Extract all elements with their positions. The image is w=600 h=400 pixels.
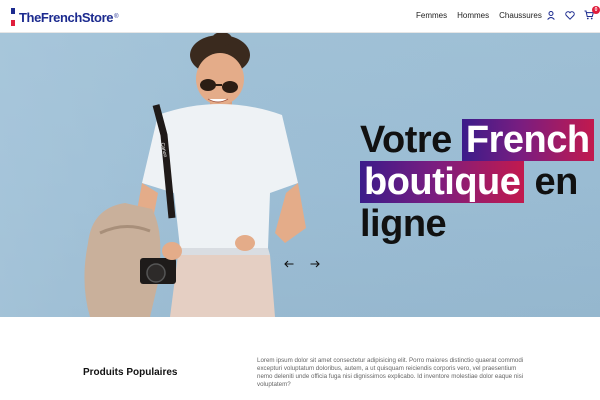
arrow-right-icon[interactable]: [309, 259, 321, 269]
nav-item-chaussures[interactable]: Chaussures: [499, 11, 542, 20]
site-header: TheFrenchStore ® Femmes Hommes Chaussures…: [0, 0, 600, 33]
header-actions: 0: [546, 6, 600, 20]
section-description: Lorem ipsum dolor sit amet consectetur a…: [257, 357, 524, 388]
headline-highlight-boutique: boutique: [360, 161, 525, 203]
registered-mark: ®: [114, 14, 119, 20]
headline-word-en: en: [534, 161, 578, 203]
heart-icon[interactable]: [565, 10, 575, 20]
headline-highlight-french: French: [461, 119, 594, 161]
brand-logo[interactable]: TheFrenchStore ®: [11, 7, 119, 27]
hero-headline: Votre French boutique en ligne: [360, 119, 596, 245]
flag-icon: [11, 7, 15, 27]
headline-word-votre: Votre: [360, 119, 452, 161]
brand-name: TheFrenchStore: [19, 9, 114, 25]
nav-item-femmes[interactable]: Femmes: [416, 11, 447, 20]
slider-controls: [283, 259, 321, 269]
cart-icon[interactable]: 0: [584, 6, 600, 20]
popular-products-section: Produits Populaires Lorem ipsum dolor si…: [0, 317, 600, 400]
arrow-left-icon[interactable]: [283, 259, 295, 269]
hero-image: Canon: [84, 33, 306, 317]
cart-count-badge: 0: [592, 6, 600, 14]
hero-slider: Canon Votre French boutique en ligne: [0, 33, 600, 317]
user-icon[interactable]: [546, 10, 556, 20]
nav-item-hommes[interactable]: Hommes: [457, 11, 489, 20]
section-title: Produits Populaires: [83, 367, 178, 378]
headline-word-ligne: ligne: [360, 203, 447, 245]
main-nav: Femmes Hommes Chaussures: [416, 11, 542, 20]
